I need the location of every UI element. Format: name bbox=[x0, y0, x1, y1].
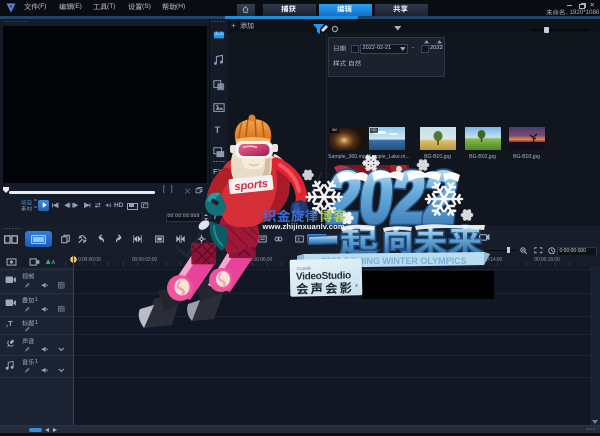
svg-text:A: A bbox=[52, 260, 56, 265]
